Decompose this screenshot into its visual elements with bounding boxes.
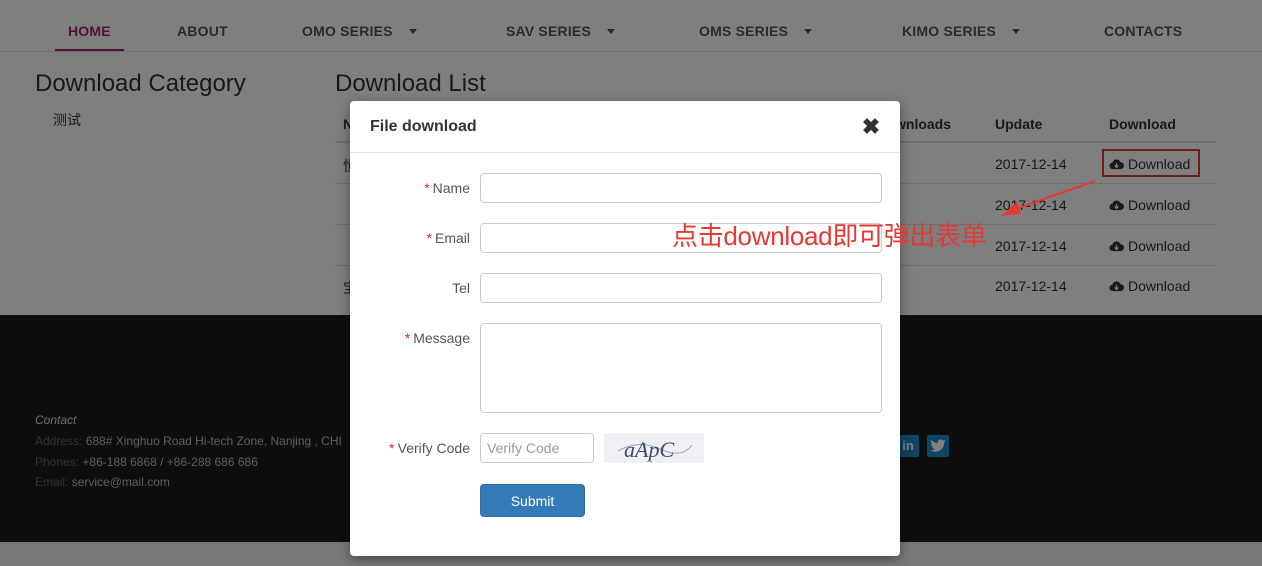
modal-header: File download ✖ — [350, 101, 900, 153]
tel-label: Tel — [452, 280, 470, 296]
message-label: * Message — [404, 330, 470, 346]
tel-input[interactable] — [480, 273, 882, 303]
annotation-arrow-icon — [1001, 180, 1096, 216]
close-icon[interactable]: ✖ — [861, 116, 881, 138]
verify-code-label: * Verify Code — [389, 440, 470, 456]
submit-button[interactable]: Submit — [480, 484, 585, 517]
modal-title: File download — [370, 118, 477, 135]
name-input[interactable] — [480, 173, 882, 203]
captcha-drawing: aApC — [617, 437, 693, 462]
verify-code-input[interactable] — [480, 433, 594, 463]
annotation-text: 点击download即可弹出表单 — [672, 221, 987, 251]
email-label: * Email — [426, 230, 470, 246]
captcha-text: aApC — [624, 437, 674, 462]
message-textarea[interactable] — [480, 323, 882, 413]
name-label: * Name — [424, 180, 470, 196]
file-download-modal: File download ✖ * Name * Email Tel * Messag… — [350, 101, 900, 556]
captcha-image[interactable]: aApC — [604, 433, 704, 463]
